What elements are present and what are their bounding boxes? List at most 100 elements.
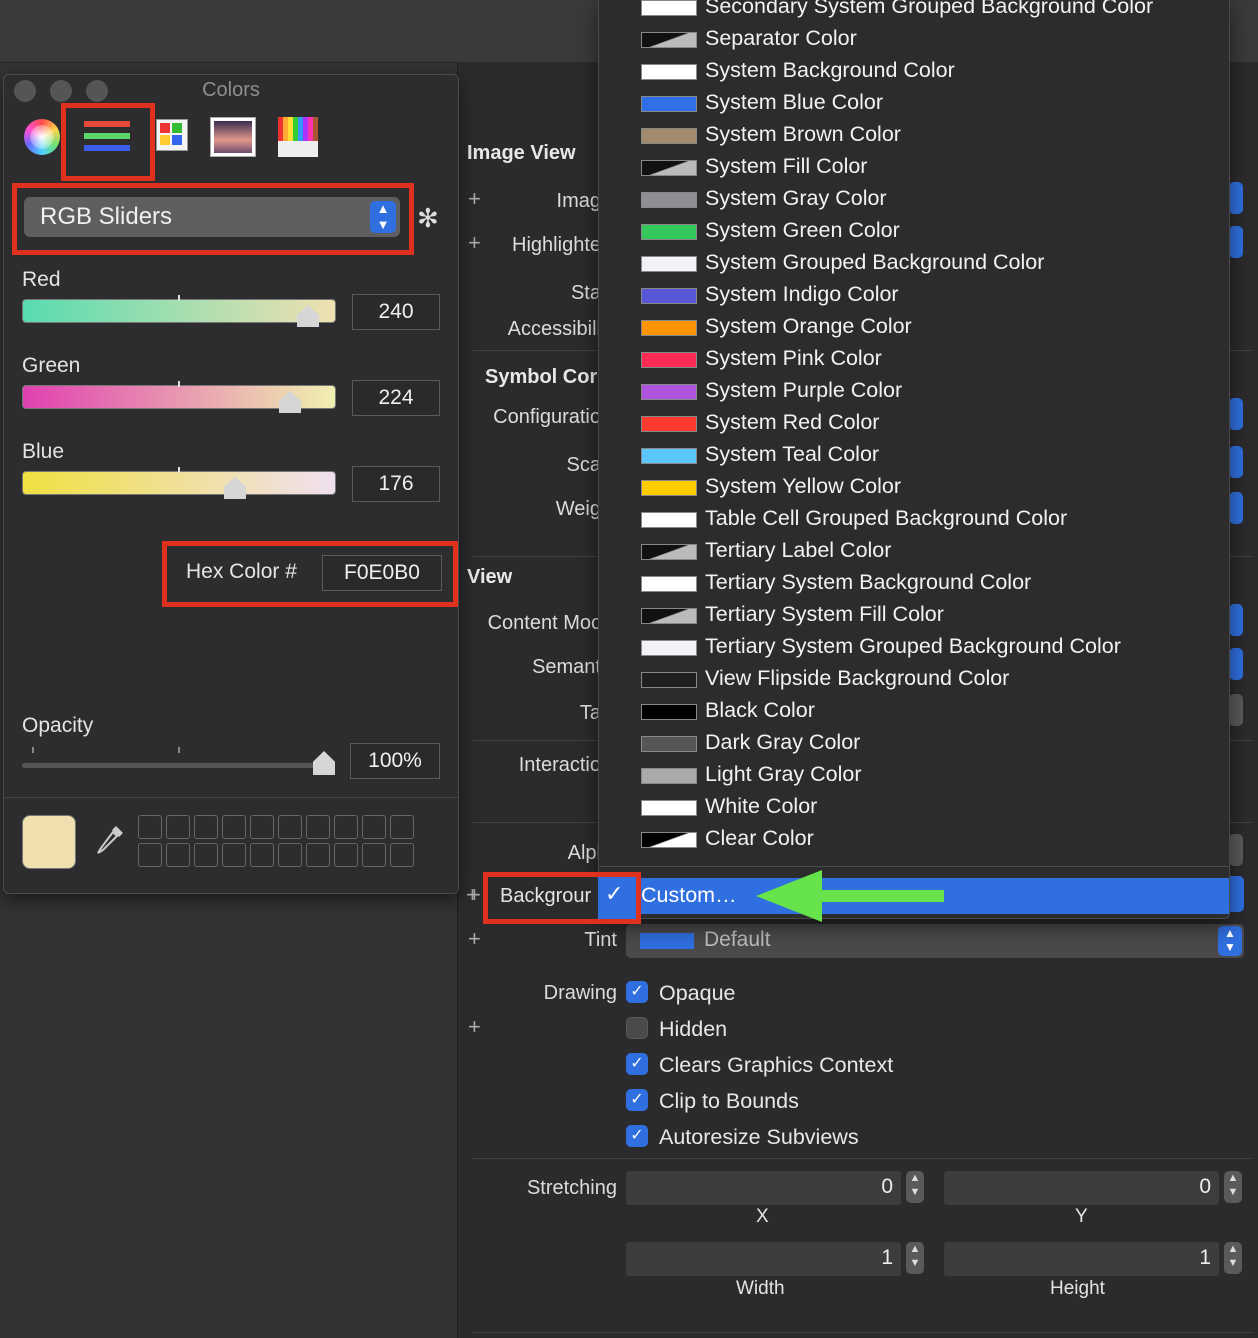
add-variation-icon[interactable]: +: [468, 230, 481, 256]
add-variation-icon[interactable]: +: [468, 1014, 481, 1040]
blue-slider[interactable]: [22, 471, 336, 495]
menu-item[interactable]: Black Color: [599, 696, 1229, 728]
empty-swatch[interactable]: [306, 815, 330, 839]
menu-item[interactable]: System Fill Color: [599, 152, 1229, 184]
semantic-popup-chevron-icon[interactable]: [1229, 648, 1243, 680]
empty-swatch[interactable]: [250, 843, 274, 867]
menu-item[interactable]: System Brown Color: [599, 120, 1229, 152]
menu-item[interactable]: System Background Color: [599, 56, 1229, 88]
menu-item[interactable]: System Purple Color: [599, 376, 1229, 408]
menu-item[interactable]: System Red Color: [599, 408, 1229, 440]
clears-graphics-context-checkbox[interactable]: ✓: [626, 1053, 648, 1075]
empty-swatch[interactable]: [138, 843, 162, 867]
opacity-slider[interactable]: [22, 763, 322, 768]
configuration-popup-chevron-icon[interactable]: [1229, 398, 1243, 430]
scale-popup-chevron-icon[interactable]: [1229, 446, 1243, 478]
empty-swatch[interactable]: [222, 815, 246, 839]
stretch-y-stepper[interactable]: ▲ ▼: [1224, 1171, 1242, 1203]
green-arrow-annotation: [756, 870, 944, 922]
color-palettes-icon[interactable]: [156, 119, 192, 155]
add-variation-icon[interactable]: +: [468, 926, 481, 952]
red-slider[interactable]: [22, 299, 336, 323]
empty-swatch[interactable]: [138, 815, 162, 839]
green-value-field[interactable]: 224: [352, 380, 440, 416]
empty-swatch[interactable]: [362, 843, 386, 867]
menu-item[interactable]: System Teal Color: [599, 440, 1229, 472]
background-color-menu[interactable]: Secondary System Grouped Background Colo…: [598, 0, 1230, 919]
stretch-y-field[interactable]: 0: [944, 1171, 1219, 1205]
menu-item[interactable]: Dark Gray Color: [599, 728, 1229, 760]
menu-item-label: Tertiary System Background Color: [705, 570, 1032, 594]
menu-item[interactable]: Separator Color: [599, 24, 1229, 56]
stretch-height-field[interactable]: 1: [944, 1242, 1219, 1276]
menu-item[interactable]: White Color: [599, 792, 1229, 824]
color-mode-select[interactable]: RGB Sliders ▲ ▼: [24, 197, 400, 237]
custom-swatch-grid[interactable]: [138, 815, 418, 871]
empty-swatch[interactable]: [278, 815, 302, 839]
menu-item[interactable]: View Flipside Background Color: [599, 664, 1229, 696]
empty-swatch[interactable]: [390, 815, 414, 839]
empty-swatch[interactable]: [306, 843, 330, 867]
empty-swatch[interactable]: [194, 815, 218, 839]
empty-swatch[interactable]: [334, 815, 358, 839]
red-value-field[interactable]: 240: [352, 294, 440, 330]
empty-swatch[interactable]: [334, 843, 358, 867]
content-mode-popup-chevron-icon[interactable]: [1229, 604, 1243, 636]
opaque-checkbox[interactable]: ✓: [626, 981, 648, 1003]
empty-swatch[interactable]: [390, 843, 414, 867]
red-label: Red: [22, 268, 61, 291]
alpha-stepper[interactable]: [1229, 834, 1243, 866]
menu-item[interactable]: System Gray Color: [599, 184, 1229, 216]
empty-swatch[interactable]: [166, 843, 190, 867]
opacity-value-field[interactable]: 100%: [350, 743, 440, 779]
add-variation-icon[interactable]: +: [468, 186, 481, 212]
opacity-slider-thumb[interactable]: [313, 751, 335, 775]
menu-item[interactable]: System Pink Color: [599, 344, 1229, 376]
menu-item[interactable]: System Green Color: [599, 216, 1229, 248]
stretch-x-stepper[interactable]: ▲ ▼: [906, 1171, 924, 1203]
eyedropper-icon[interactable]: [94, 823, 126, 864]
menu-item[interactable]: Clear Color: [599, 824, 1229, 856]
tag-stepper[interactable]: [1229, 694, 1243, 726]
empty-swatch[interactable]: [166, 815, 190, 839]
menu-item[interactable]: Tertiary System Fill Color: [599, 600, 1229, 632]
empty-swatch[interactable]: [222, 843, 246, 867]
highlighted-popup-chevron-icon[interactable]: [1229, 226, 1243, 258]
autoresize-subviews-checkbox[interactable]: ✓: [626, 1125, 648, 1147]
menu-item[interactable]: System Orange Color: [599, 312, 1229, 344]
current-color-well[interactable]: [22, 815, 76, 869]
tint-popup-button[interactable]: Default ▲ ▼: [626, 924, 1244, 958]
add-variation-icon[interactable]: +: [466, 882, 479, 908]
menu-item[interactable]: Tertiary System Background Color: [599, 568, 1229, 600]
menu-item[interactable]: Secondary System Grouped Background Colo…: [599, 0, 1229, 24]
blue-value-field[interactable]: 176: [352, 466, 440, 502]
weight-popup-chevron-icon[interactable]: [1229, 492, 1243, 524]
stretch-height-stepper[interactable]: ▲ ▼: [1224, 1242, 1242, 1274]
menu-item[interactable]: System Yellow Color: [599, 472, 1229, 504]
menu-item[interactable]: System Indigo Color: [599, 280, 1229, 312]
color-sliders-icon[interactable]: [84, 119, 130, 155]
menu-item[interactable]: Tertiary System Grouped Background Color: [599, 632, 1229, 664]
hex-value-field[interactable]: F0E0B0: [322, 555, 442, 591]
stretch-width-field[interactable]: 1: [626, 1242, 901, 1276]
stretch-x-field[interactable]: 0: [626, 1171, 901, 1205]
menu-item[interactable]: Light Gray Color: [599, 760, 1229, 792]
menu-item[interactable]: System Grouped Background Color: [599, 248, 1229, 280]
clip-to-bounds-checkbox[interactable]: ✓: [626, 1089, 648, 1111]
hidden-checkbox[interactable]: [626, 1017, 648, 1039]
crayons-icon[interactable]: [278, 117, 318, 157]
empty-swatch[interactable]: [278, 843, 302, 867]
empty-swatch[interactable]: [194, 843, 218, 867]
empty-swatch[interactable]: [362, 815, 386, 839]
image-popup-chevron-icon[interactable]: [1229, 182, 1243, 214]
color-swatch: [641, 576, 697, 592]
image-palettes-icon[interactable]: [210, 117, 256, 157]
x-label: X: [756, 1206, 769, 1227]
menu-item[interactable]: Tertiary Label Color: [599, 536, 1229, 568]
color-wheel-icon[interactable]: [24, 119, 60, 155]
menu-item[interactable]: System Blue Color: [599, 88, 1229, 120]
empty-swatch[interactable]: [250, 815, 274, 839]
stretch-width-stepper[interactable]: ▲ ▼: [906, 1242, 924, 1274]
menu-item[interactable]: Table Cell Grouped Background Color: [599, 504, 1229, 536]
gear-icon[interactable]: ✻: [417, 203, 439, 234]
